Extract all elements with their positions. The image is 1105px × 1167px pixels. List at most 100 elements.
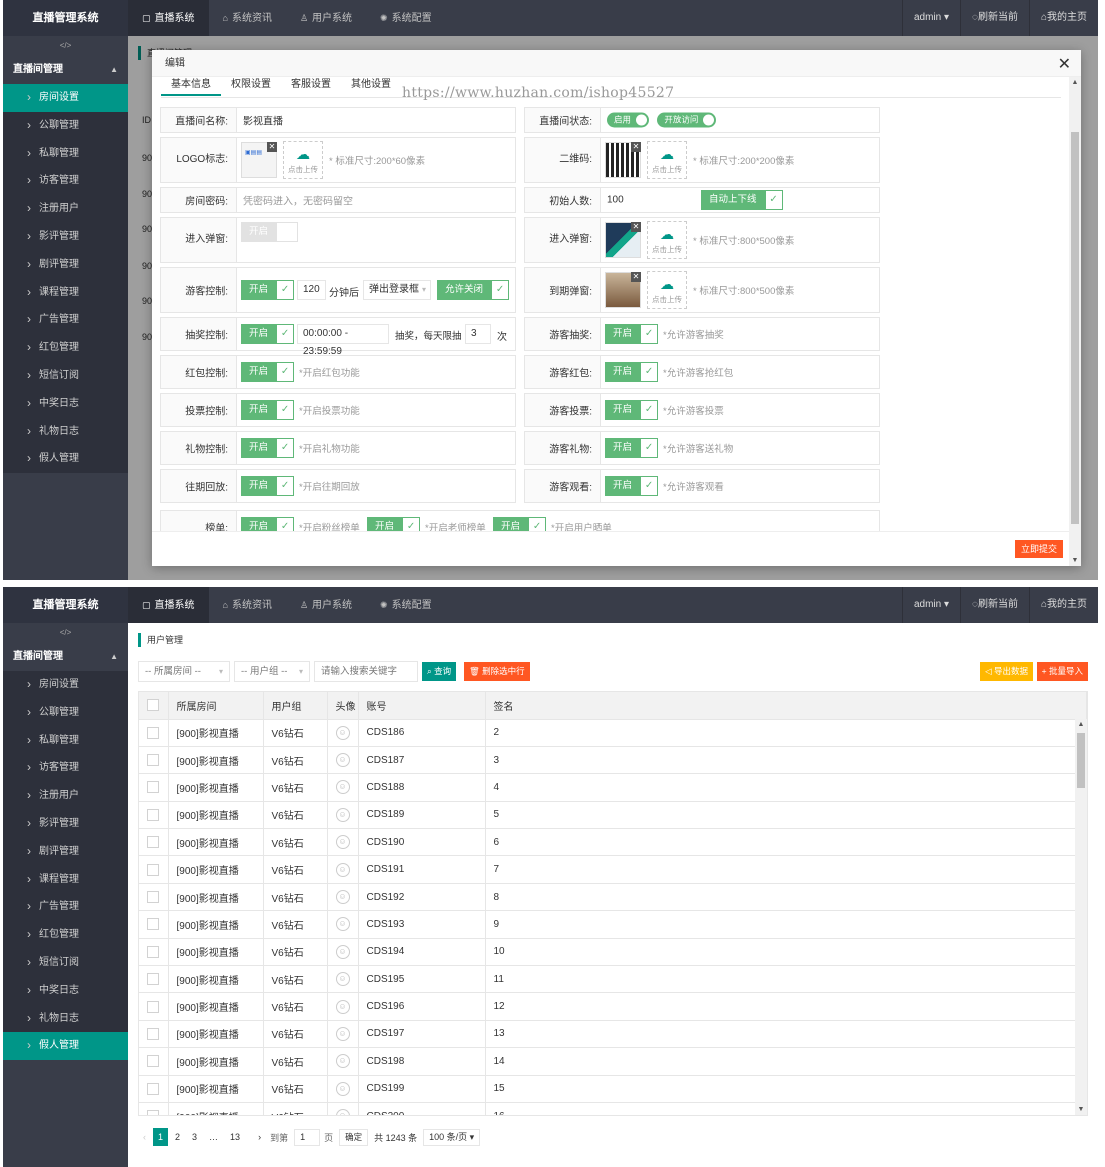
enable-toggle[interactable]: 启用 — [607, 112, 650, 128]
row-checkbox[interactable] — [147, 808, 159, 821]
nav-live-system[interactable]: ▢ 直播系统 — [128, 0, 209, 36]
sidebar-item[interactable]: 影评管理 — [3, 223, 128, 251]
table-row[interactable]: [900]影视直播V6钻石 ☺ CDS20016 — [139, 1102, 1087, 1115]
home-button[interactable]: ⌂我的主页 — [1028, 587, 1098, 623]
user-menu[interactable]: admin ▾ — [901, 587, 960, 623]
table-row[interactable]: [900]影视直播 V6钻石 ☺ CDS195 11 — [139, 965, 1087, 994]
user-menu[interactable]: admin ▾ — [901, 0, 960, 36]
scroll-down-icon[interactable]: ▼ — [1069, 557, 1081, 564]
sidebar-item[interactable]: 公聊管理 — [3, 112, 128, 140]
remove-icon[interactable]: ✕ — [631, 222, 641, 232]
tab-customer-service[interactable]: 客服设置 — [281, 78, 341, 96]
room-filter-select[interactable]: -- 所属房间 -- ▾ — [138, 661, 230, 682]
sidebar-group[interactable]: 直播间管理 ▲ — [3, 643, 128, 671]
group-filter-select[interactable]: -- 用户组 -- ▾ — [234, 661, 310, 682]
row-checkbox[interactable] — [147, 973, 159, 986]
row-checkbox[interactable] — [147, 836, 159, 849]
tab-basic-info[interactable]: 基本信息 — [161, 78, 221, 96]
select-all-checkbox[interactable] — [147, 699, 159, 712]
remove-icon[interactable]: ✕ — [631, 142, 641, 152]
row-checkbox[interactable] — [147, 726, 159, 739]
collapse-icon[interactable]: </> — [3, 36, 128, 56]
logo-upload-button[interactable]: ☁ 点击上传 — [283, 141, 323, 179]
row-checkbox[interactable] — [147, 1055, 159, 1068]
sidebar-item[interactable]: 广告管理 — [3, 306, 128, 334]
visitor-gift-switch[interactable]: 开启 ✓ — [605, 438, 659, 458]
visitor-lottery-switch[interactable]: 开启 ✓ — [605, 324, 659, 344]
sidebar-item[interactable]: 访客管理 — [3, 167, 128, 195]
table-row[interactable]: [900]影视直播 V6钻石 ☺ CDS189 5 — [139, 801, 1087, 830]
room-name-input[interactable]: 影视直播 — [237, 108, 515, 132]
sidebar-item[interactable]: 中奖日志 — [3, 977, 128, 1005]
nav-system-news[interactable]: ⌂ 系统资讯 — [209, 587, 286, 623]
scroll-up-icon[interactable]: ▲ — [1075, 721, 1087, 728]
table-row[interactable]: [900]影视直播 V6钻石 ☺ CDS191 7 — [139, 855, 1087, 884]
sidebar-item[interactable]: 访客管理 — [3, 754, 128, 782]
table-row[interactable]: [900]影视直播 V6钻石 ☺ CDS199 15 — [139, 1075, 1087, 1103]
row-checkbox[interactable] — [147, 863, 159, 876]
table-row[interactable]: [900]影视直播 V6钻石 ☺ CDS190 6 — [139, 828, 1087, 857]
tab-permissions[interactable]: 权限设置 — [221, 78, 281, 96]
row-checkbox[interactable] — [147, 1027, 159, 1040]
col-room[interactable]: 所属房间 — [168, 692, 264, 720]
page-13[interactable]: 13 — [225, 1128, 245, 1146]
col-avatar[interactable]: 头像 — [327, 692, 359, 720]
table-row[interactable]: [900]影视直播 V6钻石 ☺ CDS186 2 — [139, 719, 1087, 747]
search-input[interactable]: 请输入搜索关键字 — [314, 661, 418, 682]
init-count-input[interactable]: 100 — [607, 195, 624, 206]
remove-icon[interactable]: ✕ — [267, 142, 277, 152]
expire-upload-button[interactable]: ☁ 点击上传 — [647, 271, 687, 309]
prev-page-icon[interactable]: ‹ — [138, 1128, 151, 1146]
nav-live-system[interactable]: ▢ 直播系统 — [128, 587, 209, 623]
row-checkbox[interactable] — [147, 1000, 159, 1013]
visitor-watch-switch[interactable]: 开启 ✓ — [605, 476, 659, 496]
page-1[interactable]: 1 — [153, 1128, 169, 1146]
visitor-redpack-switch[interactable]: 开启 ✓ — [605, 362, 659, 382]
modal-scrollbar[interactable]: ▲ ▼ — [1069, 77, 1081, 566]
sidebar-item[interactable]: 私聊管理 — [3, 727, 128, 755]
teacher-rank-switch[interactable]: 开启 ✓ — [367, 517, 421, 531]
table-row[interactable]: [900]影视直播 V6钻石 ☺ CDS196 12 — [139, 992, 1087, 1021]
row-checkbox[interactable] — [147, 754, 159, 767]
scroll-thumb[interactable] — [1071, 132, 1079, 524]
tab-other[interactable]: 其他设置 — [341, 78, 401, 96]
sidebar-item[interactable]: 影评管理 — [3, 810, 128, 838]
minutes-input[interactable]: 120 — [297, 280, 326, 300]
sidebar-item[interactable]: 公聊管理 — [3, 699, 128, 727]
table-row[interactable]: [900]影视直播 V6钻石 ☺ CDS188 4 — [139, 773, 1087, 802]
sidebar-item[interactable]: 注册用户 — [3, 782, 128, 810]
nav-system-config[interactable]: ✺ 系统配置 — [366, 0, 446, 36]
scroll-down-icon[interactable]: ▼ — [1075, 1106, 1087, 1113]
row-checkbox[interactable] — [147, 945, 159, 958]
sidebar-item[interactable]: 私聊管理 — [3, 140, 128, 168]
col-sign[interactable]: 签名 — [485, 692, 1087, 720]
lottery-time-input[interactable]: 00:00:00 - 23:59:59 — [297, 324, 389, 357]
sidebar-item[interactable]: 短信订阅 — [3, 362, 128, 390]
nav-system-news[interactable]: ⌂ 系统资讯 — [209, 0, 286, 36]
fan-rank-switch[interactable]: 开启 ✓ — [241, 517, 295, 531]
remove-icon[interactable]: ✕ — [631, 272, 641, 282]
qrcode-upload-button[interactable]: ☁ 点击上传 — [647, 141, 687, 179]
nav-user-system[interactable]: ♙ 用户系统 — [286, 0, 366, 36]
page-3[interactable]: 3 — [187, 1128, 202, 1146]
home-button[interactable]: ⌂我的主页 — [1028, 0, 1098, 36]
sidebar-item[interactable]: 礼物日志 — [3, 418, 128, 446]
replay-switch[interactable]: 开启 ✓ — [241, 476, 295, 496]
user-share-switch[interactable]: 开启 ✓ — [493, 517, 547, 531]
popup-upload-button[interactable]: ☁ 点击上传 — [647, 221, 687, 259]
row-checkbox[interactable] — [147, 1110, 159, 1115]
scroll-up-icon[interactable]: ▲ — [1069, 79, 1081, 86]
table-row[interactable]: [900]影视直播 V6钻石 ☺ CDS187 3 — [139, 746, 1087, 775]
page-2[interactable]: 2 — [170, 1128, 185, 1146]
sidebar-item[interactable]: 礼物日志 — [3, 1005, 128, 1033]
submit-button[interactable]: 立即提交 — [1014, 540, 1063, 558]
sidebar-item[interactable]: 注册用户 — [3, 195, 128, 223]
import-button[interactable]: + 批量导入 — [1036, 662, 1088, 681]
sidebar-item[interactable]: 假人管理 — [3, 1032, 128, 1061]
open-visit-toggle[interactable]: 开放访问 — [657, 112, 717, 128]
close-icon[interactable]: ✕ — [1058, 54, 1071, 74]
row-checkbox[interactable] — [147, 918, 159, 931]
table-row[interactable]: [900]影视直播 V6钻石 ☺ CDS194 10 — [139, 938, 1087, 967]
sidebar-item[interactable]: 假人管理 — [3, 445, 128, 473]
row-checkbox[interactable] — [147, 781, 159, 794]
